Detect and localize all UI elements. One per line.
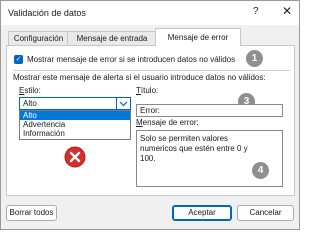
style-select[interactable]: Alto xyxy=(19,97,131,110)
style-option-informacion[interactable]: Información xyxy=(20,129,130,138)
dialog-title: Validación de datos xyxy=(8,8,86,18)
title-label: Título: xyxy=(136,86,159,95)
cancel-button[interactable]: Cancelar xyxy=(237,205,294,221)
tab-error-alert-label: Mensaje de error xyxy=(167,33,229,42)
message-label: Mensaje de error: xyxy=(136,118,199,127)
style-dropdown-list: Alto Advertencia Información xyxy=(19,110,131,140)
divider xyxy=(13,70,290,71)
title-input-value: Error: xyxy=(140,106,160,115)
style-select-value: Alto xyxy=(23,99,37,108)
tab-settings[interactable]: Configuración xyxy=(8,31,69,45)
error-message-textarea[interactable]: Solo se permiten valores numericos que e… xyxy=(136,130,283,187)
style-option-alto[interactable]: Alto xyxy=(20,111,130,120)
chevron-down-icon[interactable] xyxy=(116,98,130,109)
data-validation-dialog: Validación de datos ? ✕ Configuración Me… xyxy=(0,0,300,230)
error-circle-icon xyxy=(64,146,86,168)
close-icon[interactable]: ✕ xyxy=(282,4,292,18)
title-bar: Validación de datos ? ✕ xyxy=(1,1,299,25)
style-option-advertencia[interactable]: Advertencia xyxy=(20,120,130,129)
error-message-text: Solo se permiten valores numericos que e… xyxy=(140,134,248,163)
error-alert-panel: ✓ Mostrar mensaje de error si se introdu… xyxy=(6,45,295,196)
show-error-checkbox-label[interactable]: Mostrar mensaje de error si se introduce… xyxy=(27,55,235,64)
alert-section-label: Mostrar este mensaje de alerta si el usu… xyxy=(13,73,266,82)
step-badge-1: 1 xyxy=(246,50,263,67)
tab-input-message[interactable]: Mensaje de entrada xyxy=(67,31,157,45)
tab-strip: Configuración Mensaje de entrada Mensaje… xyxy=(1,28,301,46)
tab-settings-label: Configuración xyxy=(13,34,64,43)
style-label: Estilo: xyxy=(19,86,41,95)
tab-error-alert[interactable]: Mensaje de error xyxy=(155,28,241,46)
clear-all-button[interactable]: Borrar todos xyxy=(6,205,57,221)
accept-button[interactable]: Aceptar xyxy=(172,205,232,221)
help-icon[interactable]: ? xyxy=(253,6,259,17)
title-input[interactable]: Error: xyxy=(136,104,283,117)
tab-input-message-label: Mensaje de entrada xyxy=(76,34,148,43)
step-badge-4: 4 xyxy=(252,162,269,179)
show-error-checkbox[interactable]: ✓ xyxy=(14,55,23,64)
